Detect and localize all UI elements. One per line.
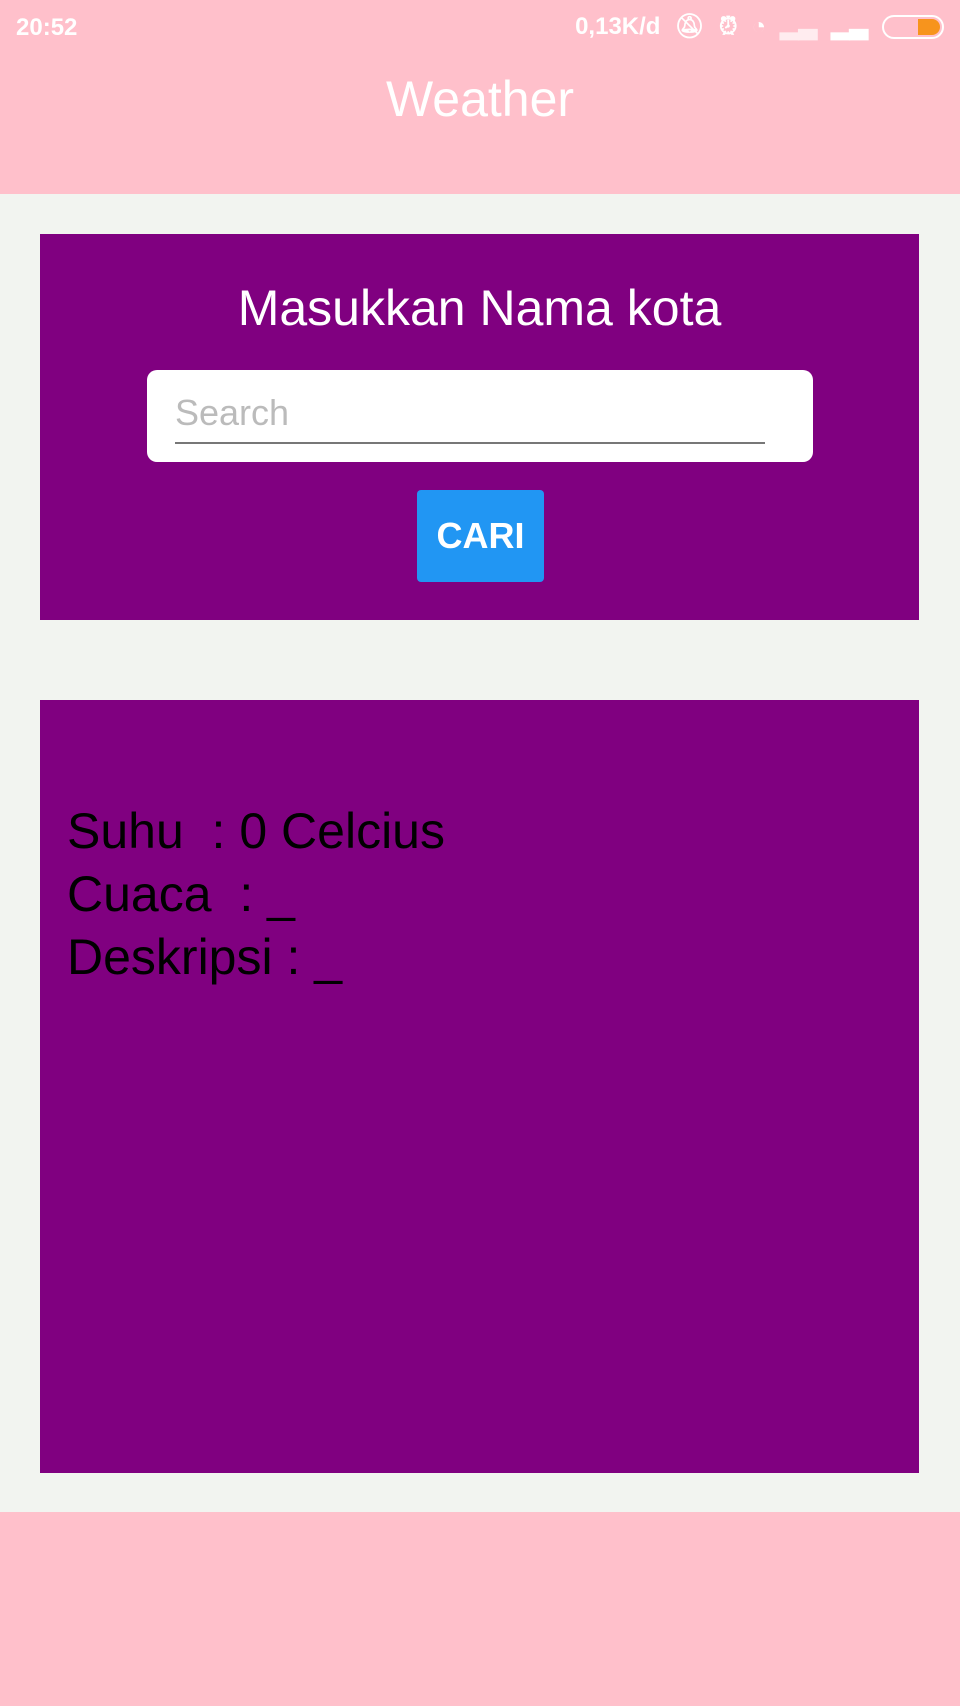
page-title: Weather: [385, 71, 575, 127]
signal-icon: ▂▃: [831, 13, 868, 40]
content-area: Masukkan Nama kota CARI Suhu : 0 Celcius…: [0, 194, 960, 1512]
network-speed: 0,13K/d: [575, 12, 661, 40]
alarm-icon: ⏰︎: [718, 12, 738, 40]
bell-off-icon: 🔕︎: [674, 13, 705, 40]
search-button[interactable]: CARI: [417, 490, 544, 582]
status-bar: 20:52 0,13K/d 🔕︎ ⏰︎ ◔ ▂▃ ▂▃: [0, 0, 960, 56]
clock: 20:52: [16, 14, 78, 41]
signal-icon: ▂▃: [780, 13, 818, 40]
app-bar: Weather: [0, 56, 960, 194]
temperature-text: Suhu : 0 Celcius: [67, 803, 445, 859]
search-card: Masukkan Nama kota CARI: [40, 234, 919, 620]
description-text: Deskripsi : _: [67, 929, 343, 985]
search-card-title: Masukkan Nama kota: [237, 280, 722, 336]
weather-text: Cuaca : _: [67, 866, 295, 922]
result-card: Suhu : 0 Celcius Cuaca : _ Deskripsi : _: [40, 700, 919, 1473]
search-input[interactable]: [175, 384, 765, 444]
wifi-icon: ◔: [751, 12, 767, 40]
search-box: [147, 370, 813, 462]
battery-icon: [882, 14, 944, 39]
